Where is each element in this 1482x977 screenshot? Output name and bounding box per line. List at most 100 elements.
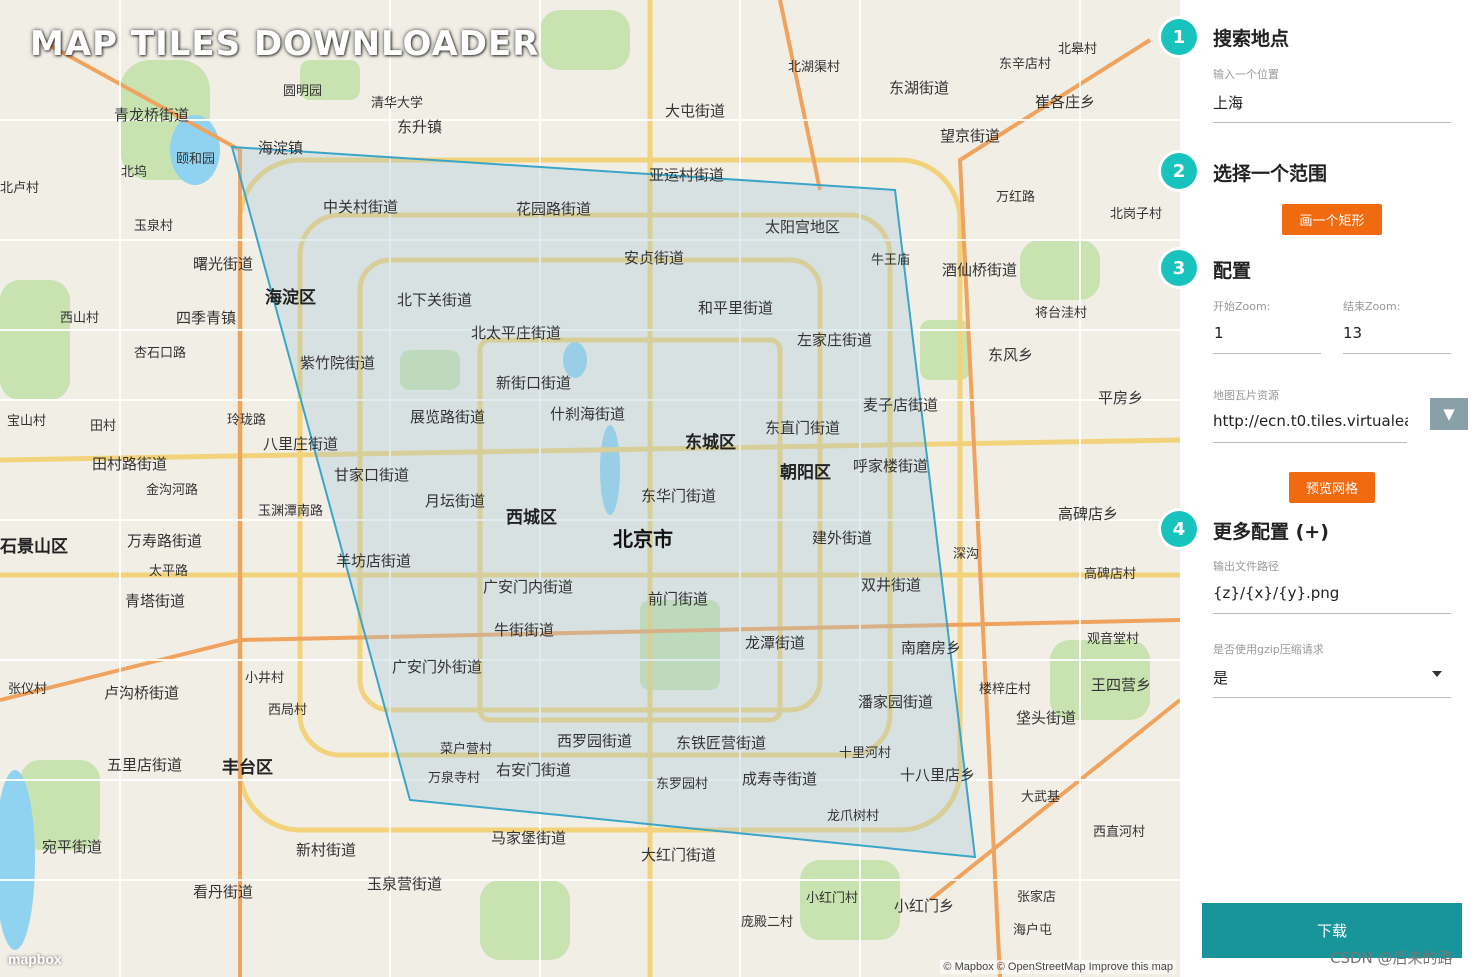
end-zoom-input[interactable]: 13 [1343,324,1443,342]
place-label: 青塔街道 [125,592,186,610]
poi-label: 观音堂村 [1087,632,1140,647]
place-label: 玉泉营街道 [367,875,443,893]
place-label: 中关村街道 [323,198,399,216]
poi-label: 西局村 [268,703,308,718]
place-label: 新街口街道 [496,374,572,392]
place-label: 十八里店乡 [900,766,976,784]
gzip-underline [1213,697,1451,698]
output-path-label: 输出文件路径 [1213,560,1279,573]
place-label: 什刹海街道 [550,405,626,423]
place-label: 花园路街道 [516,200,592,218]
chevron-down-icon[interactable] [1432,671,1442,677]
label-fengtai: 丰台区 [222,758,273,778]
step-2-badge: 2 [1161,153,1197,189]
place-label: 北太平庄街道 [471,324,562,342]
start-zoom-label: 开始Zoom: [1213,300,1271,313]
poi-label: 菜户营村 [440,742,493,757]
tile-source-input[interactable]: http://ecn.t0.tiles.virtualeart [1213,412,1408,430]
place-label: 广安门外街道 [392,658,483,676]
output-path-underline [1213,613,1451,614]
place-label: 双井街道 [861,576,922,594]
poi-label: 十里河村 [839,746,892,761]
start-zoom-input[interactable]: 1 [1214,324,1314,342]
poi-label: 太平路 [149,564,189,579]
place-label: 马家堡街道 [491,829,567,847]
map-canvas[interactable]: MAP TILES DOWNLOADER 北京市 海淀区 西城区 东城区 朝阳区… [0,0,1180,977]
watermark: CSDN @后来的路 [1330,949,1453,967]
place-label: 海淀镇 [258,139,304,157]
place-label: 万寿路街道 [127,532,203,550]
label-haidian: 海淀区 [265,288,316,308]
place-label: 卢沟桥街道 [104,684,180,702]
preview-grid-button[interactable]: 预览网格 [1289,472,1375,503]
poi-label: 北坞 [121,165,148,180]
poi-label: 颐和园 [176,152,216,167]
step-4-badge: 4 [1161,511,1197,547]
poi-label: 庞殿二村 [741,915,794,930]
place-label: 酒仙桥街道 [942,261,1018,279]
mapbox-logo[interactable]: mapbox [8,951,62,967]
poi-label: 田村 [90,419,117,434]
step-2-title: 选择一个范围 [1213,163,1328,185]
place-label: 展览路街道 [410,408,486,426]
location-input[interactable]: 上海 [1213,92,1449,113]
place-label: 龙潭街道 [745,634,806,652]
end-zoom-underline [1343,353,1451,354]
place-label: 高碑店乡 [1058,505,1119,523]
place-label: 望京街道 [940,127,1001,145]
poi-label: 小井村 [245,671,285,686]
place-label: 东风乡 [988,346,1034,364]
poi-label: 海户屯 [1013,923,1053,938]
place-label: 东华门街道 [641,487,717,505]
place-label: 宛平街道 [42,838,103,856]
place-label: 甘家口街道 [334,466,410,484]
label-dongcheng: 东城区 [685,433,736,453]
draw-rectangle-button[interactable]: 画一个矩形 [1282,204,1382,235]
place-label: 右安门街道 [496,761,572,779]
gzip-label: 是否使用gzip压缩请求 [1213,643,1324,656]
tile-source-dropdown-button[interactable]: ▼ [1430,398,1468,430]
poi-label: 金沟河路 [146,483,199,498]
poi-label: 北皋村 [1058,42,1098,57]
label-beijing: 北京市 [613,527,673,551]
poi-label: 小红门村 [806,891,859,906]
app-title: MAP TILES DOWNLOADER [30,24,540,64]
location-underline [1213,122,1451,123]
place-label: 广安门内街道 [483,578,574,596]
poi-label: 深沟 [953,547,980,562]
place-label: 平房乡 [1098,389,1144,407]
poi-label: 张家店 [1017,890,1057,905]
step-4-title[interactable]: 更多配置 (+) [1213,517,1329,544]
place-label: 西罗园街道 [557,732,633,750]
poi-label: 东罗园村 [656,777,709,792]
label-chaoyang: 朝阳区 [780,463,831,483]
place-label: 成寿寺街道 [742,770,818,788]
place-label: 和平里街道 [698,299,774,317]
poi-label: 圆明园 [283,84,323,99]
poi-label: 玲珑路 [227,413,267,428]
poi-label: 西山村 [60,311,100,326]
poi-label: 楼梓庄村 [979,682,1032,697]
place-label: 东直门街道 [765,419,841,437]
poi-label: 东辛店村 [999,57,1052,72]
tile-source-underline [1213,442,1407,443]
gzip-select[interactable]: 是 [1213,667,1413,688]
place-label: 四季青镇 [176,309,237,327]
poi-label: 杏石口路 [134,346,187,361]
map-attribution[interactable]: © Mapbox © OpenStreetMap Improve this ma… [940,960,1176,974]
place-label: 大红门街道 [641,846,717,864]
place-label: 看丹街道 [193,883,254,901]
place-label: 亚运村街道 [649,166,725,184]
step-3-badge: 3 [1161,250,1197,286]
place-label: 崔各庄乡 [1035,93,1096,111]
poi-label: 大武基 [1021,790,1061,805]
place-label: 田村路街道 [92,455,168,473]
step-3-title: 配置 [1213,260,1252,282]
place-label: 大屯街道 [665,102,726,120]
output-path-input[interactable]: {z}/{x}/{y}.png [1213,584,1449,602]
label-shijingshan: 石景山区 [0,537,68,557]
poi-label: 张仪村 [8,682,48,697]
label-xicheng: 西城区 [506,508,557,528]
poi-label: 龙爪树村 [827,809,880,824]
tile-source-label: 地图瓦片资源 [1213,389,1279,402]
